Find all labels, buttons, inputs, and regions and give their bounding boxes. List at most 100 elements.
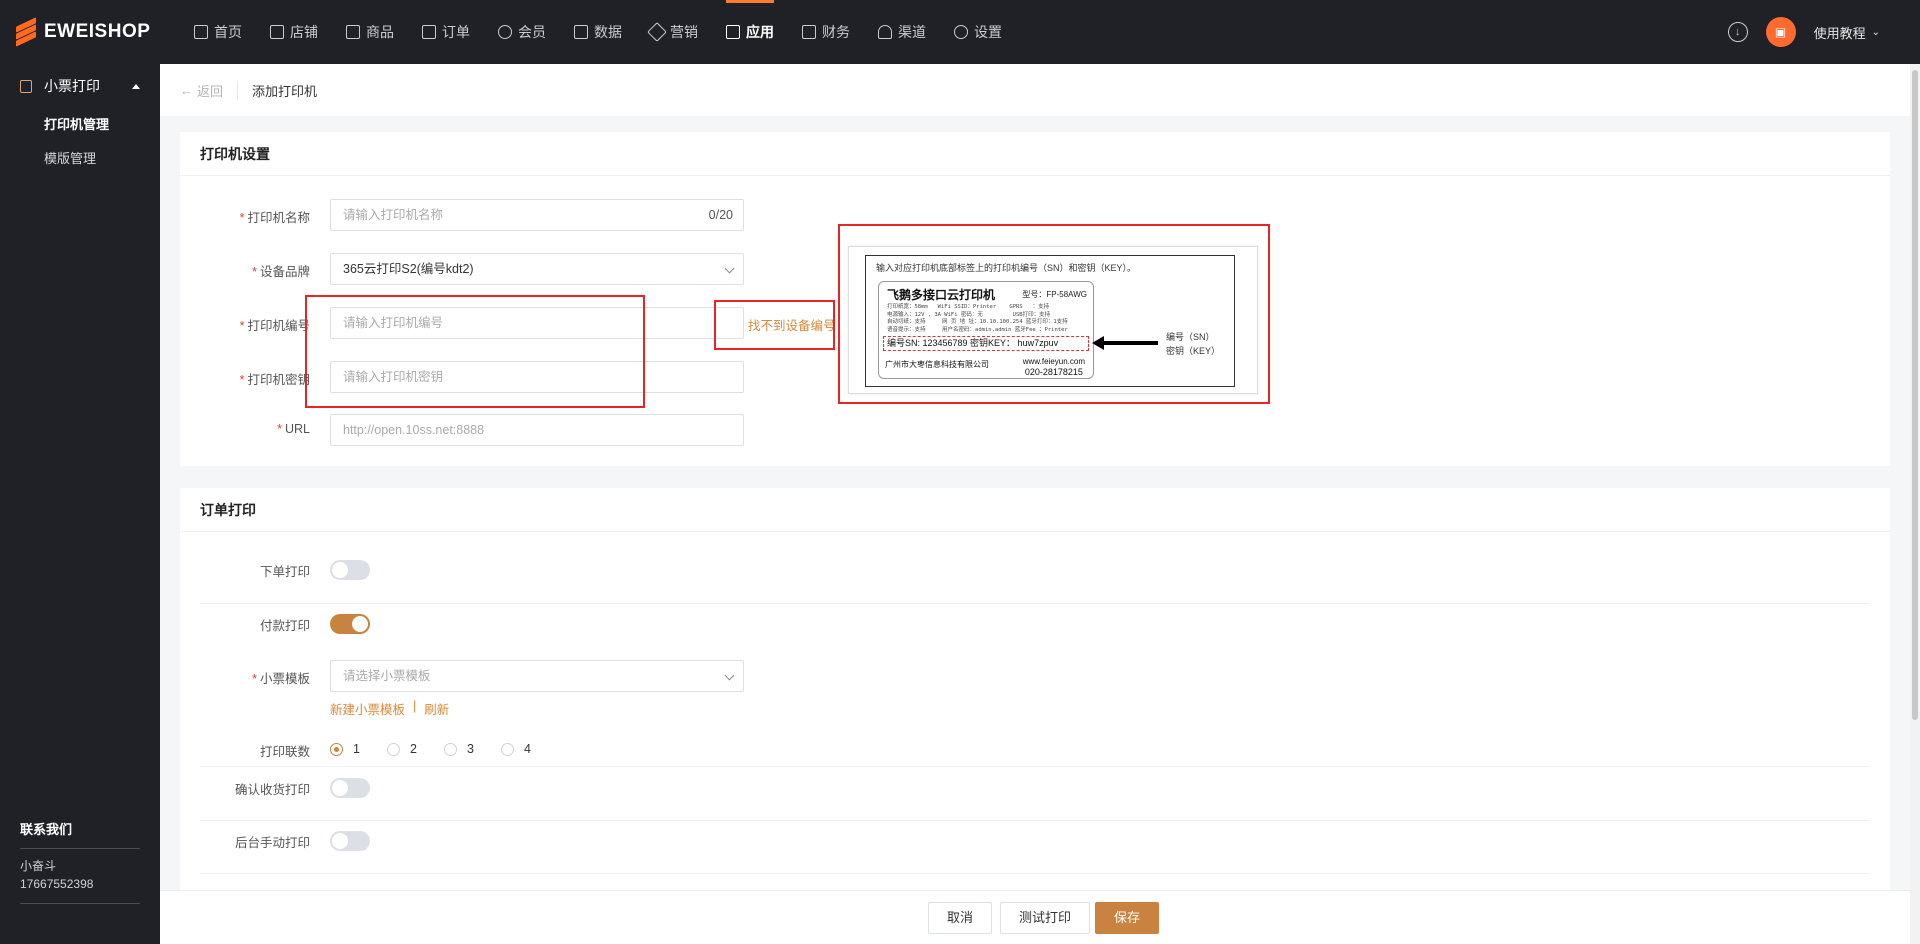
contact-phone: 17667552398 [20,877,94,891]
scrollbar-thumb[interactable] [1912,70,1918,720]
divider [20,903,140,904]
printer-name-input[interactable]: 请输入打印机名称 0/20 [330,199,744,231]
nav-item-member[interactable]: 会员 [484,0,560,64]
copies-radio-1[interactable]: 1 [330,742,360,756]
manual-print-toggle[interactable] [330,831,370,851]
nav-item-home[interactable]: 首页 [180,0,256,64]
app-icon [726,25,740,39]
gear-icon [954,25,968,39]
printer-key-label: * 打印机密钥 [239,373,310,387]
place-order-print-label: 下单打印 [259,565,310,579]
order-print-card: 订单打印 下单打印 付款打印 * 小票模板 请选择小票模板 新建小票模板 | 刷新… [180,488,1890,944]
sidebar-group-receipt-print[interactable]: 小票打印 [0,64,160,108]
brand-name: EWEISHOP [44,21,151,42]
order-icon [422,25,436,39]
store-icon [270,25,284,39]
nav-item-goods[interactable]: 商品 [332,0,408,64]
save-button[interactable]: 保存 [1095,902,1160,934]
device-brand-label: * 设备品牌 [252,265,310,279]
member-icon [498,25,512,39]
contact-block: 联系我们 小奋斗 17667552398 [20,819,140,904]
printer-label-illustration: 输入对应打印机底部标签上的打印机编号（SN）和密钥（KEY）。 飞鹅多接口云打印… [838,224,1270,404]
breadcrumb: ← 返回 添加打印机 [160,64,1910,116]
copies-radio-2[interactable]: 2 [387,742,417,756]
sidebar-item-template-management[interactable]: 模版管理 [0,142,160,176]
printer-label-sn-key: 编号SN: 123456789 密钥KEY： huw7zpuv [883,336,1089,351]
copies-radio-3[interactable]: 3 [444,742,474,756]
main-nav: 首页 店铺 商品 订单 会员 数据 营销 应用 财务 渠道 设置 [180,0,1016,64]
sidebar-item-printer-management[interactable]: 打印机管理 [0,108,160,142]
confirm-receipt-print-toggle[interactable] [330,778,370,798]
receipt-template-select[interactable]: 请选择小票模板 [330,660,744,692]
char-counter: 0/20 [708,208,733,222]
print-copies-label: 打印联数 [259,745,310,759]
url-input[interactable]: http://open.10ss.net:8888 [330,414,744,446]
place-order-print-toggle[interactable] [330,560,370,580]
divider [200,603,1870,604]
arrow-left-icon: ← [180,82,193,98]
new-template-link[interactable]: 新建小票模板 [330,699,405,718]
back-button[interactable]: ← 返回 [180,80,239,100]
separator: | [413,699,417,713]
chevron-down-icon: ⌄ [1871,26,1880,38]
nav-item-marketing[interactable]: 营销 [636,0,712,64]
brand-logo[interactable]: EWEISHOP [0,0,180,64]
sidebar: 小票打印 打印机管理 模版管理 联系我们 小奋斗 17667552398 [0,64,160,944]
receipt-template-label: * 小票模板 [252,672,310,686]
printer-sn-label: * 打印机编号 [239,319,310,333]
finance-icon [802,25,816,39]
confirm-receipt-print-label: 确认收货打印 [234,783,310,797]
help-menu[interactable]: 使用教程 ⌄ [1814,23,1880,42]
device-brand-select[interactable]: 365云打印S2(编号kdt2) [330,253,744,285]
manual-print-label: 后台手动打印 [234,836,310,850]
logo-icon [14,17,38,47]
nav-item-apps[interactable]: 应用 [712,0,788,64]
payment-print-label: 付款打印 [259,619,310,633]
scrollbar[interactable] [1910,64,1920,944]
channel-icon [878,25,892,39]
home-icon [194,25,208,39]
nav-item-channel[interactable]: 渠道 [864,0,940,64]
tag-icon [647,22,667,42]
illustration-instruction: 输入对应打印机底部标签上的打印机编号（SN）和密钥（KEY）。 [876,263,1137,273]
cancel-button[interactable]: 取消 [928,902,993,934]
nav-item-data[interactable]: 数据 [560,0,636,64]
test-print-button[interactable]: 测试打印 [1000,902,1091,934]
form-footer: 取消 测试打印 保存 [160,890,1910,944]
highlight-box-find-sn [714,300,835,350]
divider [200,820,1870,821]
section-title: 打印机设置 [180,132,1890,176]
payment-print-toggle[interactable] [330,614,370,634]
template-actions: 新建小票模板 | 刷新 [330,699,449,718]
avatar[interactable]: ▣ [1765,17,1796,47]
nav-item-finance[interactable]: 财务 [788,0,864,64]
highlight-box-sn-key [305,295,645,408]
printer-label-contact: www.feieyun.com 020-28178215 [1022,357,1085,377]
nav-item-store[interactable]: 店铺 [256,0,332,64]
top-right-tools: ↓ ▣ 使用教程 ⌄ [1727,0,1880,64]
contact-name: 小奋斗 [20,859,57,873]
printer-label-specs: 打印纸宽：58mm WiFi SSID：Printer GPRS ：支持 电源输… [887,304,1068,333]
chart-icon [574,25,588,39]
receipt-icon [20,79,32,93]
arrow-left-icon [1092,336,1158,350]
printer-label-title: 飞鹅多接口云打印机 [887,288,996,302]
page-title: 添加打印机 [252,83,318,99]
contact-title: 联系我们 [20,819,140,849]
download-icon[interactable]: ↓ [1727,22,1748,42]
arrow-label: 编号（SN） 密钥（KEY） [1166,332,1221,356]
section-title: 订单打印 [180,488,1890,532]
nav-item-order[interactable]: 订单 [408,0,484,64]
printer-label-card: 飞鹅多接口云打印机 型号：FP-58AWG 打印纸宽：58mm WiFi SSI… [878,281,1094,379]
refresh-link[interactable]: 刷新 [424,699,449,718]
nav-item-settings[interactable]: 设置 [940,0,1016,64]
url-label: * URL [277,422,310,436]
divider [200,873,1870,874]
printer-label-model: 型号：FP-58AWG [1022,290,1087,299]
divider [200,766,1870,767]
copies-radio-4[interactable]: 4 [501,742,531,756]
chevron-down-icon [724,670,735,681]
caret-up-icon [132,83,140,89]
printer-name-label: * 打印机名称 [239,211,310,225]
top-navbar: EWEISHOP 首页 店铺 商品 订单 会员 数据 营销 应用 财务 渠道 设… [0,0,1920,64]
